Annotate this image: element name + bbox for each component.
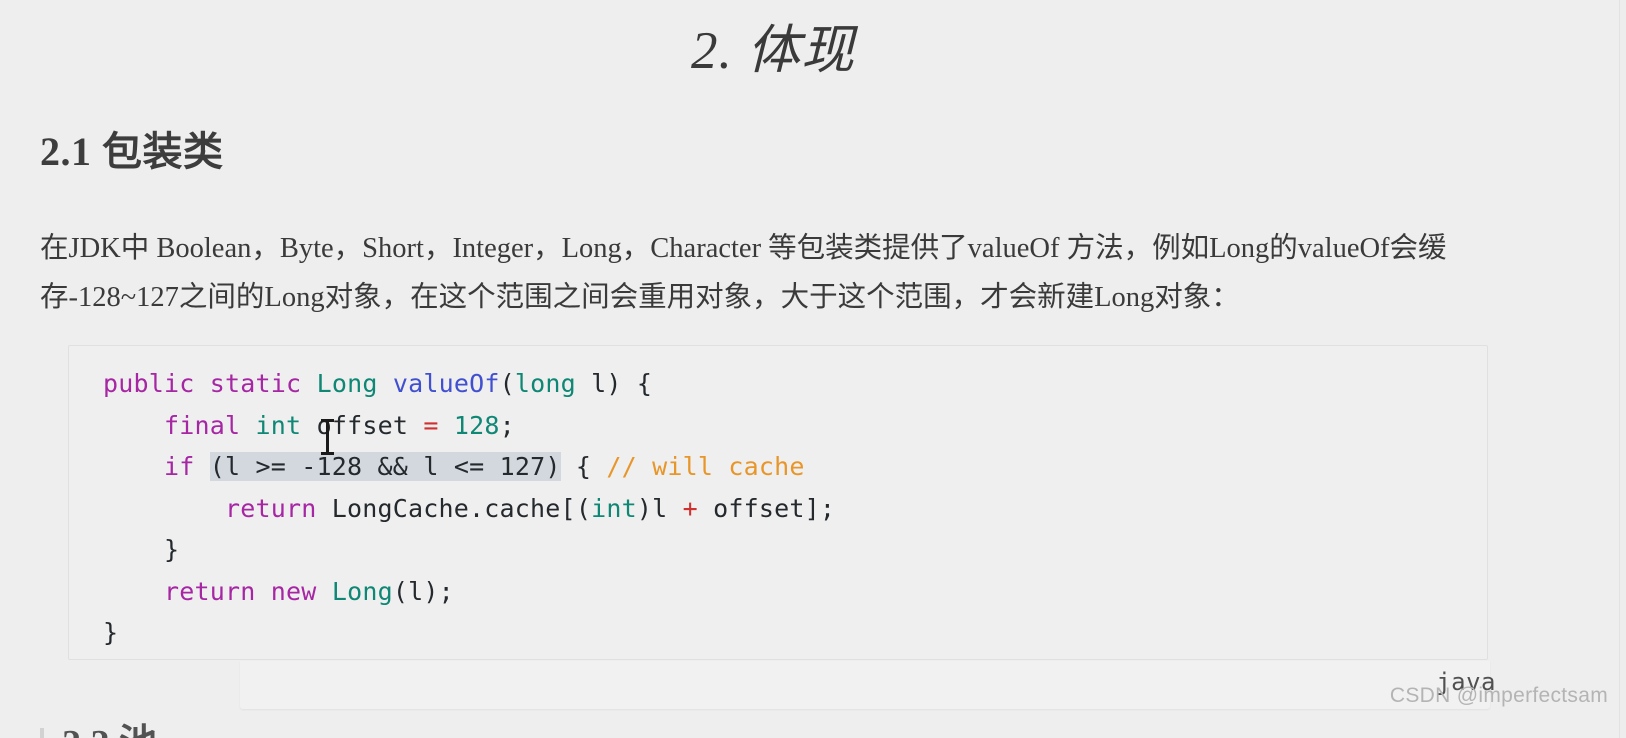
code-line: } xyxy=(103,612,835,654)
code-token: // will cache xyxy=(606,452,805,481)
code-line: return LongCache.cache[(int)l + offset]; xyxy=(103,488,835,530)
heading-rule-icon xyxy=(40,728,44,738)
code-token: offset xyxy=(301,410,424,440)
section-heading: 2.1 包装类 xyxy=(40,129,224,174)
code-token: int xyxy=(591,493,637,523)
code-token: public xyxy=(103,369,195,398)
code-token: static xyxy=(209,369,302,398)
code-token: valueOf xyxy=(392,369,500,398)
page-right-edge xyxy=(1619,0,1626,738)
document-title: 2. 体现 xyxy=(691,22,855,80)
next-section-heading-label: 2.2 池 xyxy=(62,723,157,738)
code-token: Long xyxy=(331,576,393,606)
code-token: + xyxy=(682,493,698,523)
code-footer-bar xyxy=(240,661,1490,709)
code-token: l) { xyxy=(575,369,653,398)
code-token: long xyxy=(514,369,576,398)
code-token: return xyxy=(225,493,317,523)
code-token: 128 xyxy=(453,410,500,440)
code-token: LongCache.cache[ xyxy=(316,493,576,523)
code-token: (l >= -128 && l <= 127) xyxy=(209,452,561,481)
code-block[interactable]: public static Long valueOf(long l) { fin… xyxy=(68,345,1488,660)
code-line: } xyxy=(103,529,835,571)
code-token: = xyxy=(423,410,439,440)
code-line: public static Long valueOf(long l) { xyxy=(103,363,835,405)
code-token: (l); xyxy=(392,576,454,606)
code-line: return new Long(l); xyxy=(103,571,835,613)
code-token: int xyxy=(255,410,302,440)
code-token: final xyxy=(164,410,241,440)
code-token: new xyxy=(270,576,317,606)
document-page: 2. 体现 2.1 包装类 在JDK中 Boolean，Byte，Short，I… xyxy=(0,0,1626,738)
code-line: if (l >= -128 && l <= 127) { // will cac… xyxy=(103,446,835,488)
code-token: return xyxy=(164,576,256,606)
code-line: final int offset = 128; xyxy=(103,405,835,447)
code-token: )l xyxy=(636,493,683,523)
code-token: Long xyxy=(316,369,378,398)
code-token: ( xyxy=(499,369,515,398)
next-section-heading: 2.2 池 xyxy=(40,712,157,738)
code-token: } xyxy=(164,535,180,564)
code-token: offset]; xyxy=(697,493,836,523)
code-token: { xyxy=(560,452,607,481)
code-content[interactable]: public static Long valueOf(long l) { fin… xyxy=(103,363,835,654)
code-token: ( xyxy=(575,493,592,523)
watermark: CSDN @imperfectsam xyxy=(1389,684,1608,707)
code-token: } xyxy=(103,618,119,647)
body-paragraph: 在JDK中 Boolean，Byte，Short，Integer，Long，Ch… xyxy=(40,233,1447,313)
code-token: if xyxy=(164,452,195,481)
code-token: ; xyxy=(499,410,515,440)
